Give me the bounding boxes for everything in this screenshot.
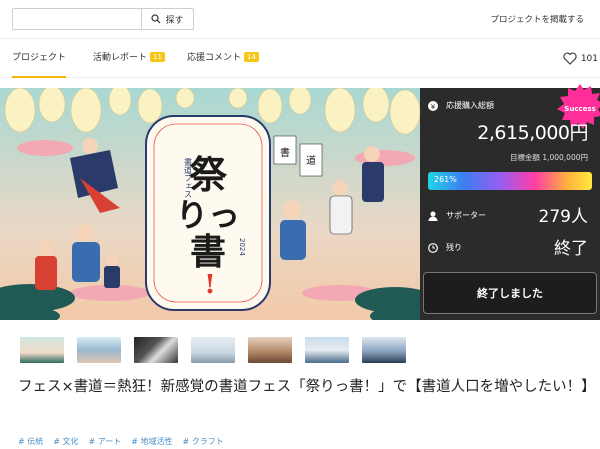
funding-panel: Success ¥ 応援購入総額 2,615,000円 目標金額 1,000,0… xyxy=(420,84,600,320)
favorite-count: 101 xyxy=(580,53,598,64)
tab-project[interactable]: プロジェクト xyxy=(12,39,67,78)
favorite-button[interactable]: 101 xyxy=(563,52,598,65)
poster-title-part3: 書 xyxy=(190,231,226,273)
tag-tradition[interactable]: # 伝統 xyxy=(18,436,43,447)
image-thumbnails xyxy=(20,337,419,363)
tag-craft[interactable]: # クラフト xyxy=(183,436,224,447)
thumbnail-4[interactable] xyxy=(191,337,235,363)
project-tabs: プロジェクト 活動レポート 11 応援コメント 14 101 xyxy=(0,38,600,78)
poster-sign-2: 道 xyxy=(306,154,316,167)
poster-sign-1: 書 xyxy=(280,146,290,159)
poster-year: 2024 xyxy=(238,238,246,256)
person-icon xyxy=(428,211,438,221)
search-button[interactable]: 探す xyxy=(141,9,193,29)
funding-progress-bar: 261% xyxy=(428,172,592,190)
supporters-row: サポーター xyxy=(428,210,486,221)
tab-activity-report[interactable]: 活動レポート 11 xyxy=(93,39,165,78)
heart-icon xyxy=(563,52,577,65)
thumbnail-1[interactable] xyxy=(20,337,64,363)
tab-support-comments-badge: 14 xyxy=(244,52,259,62)
post-project-link[interactable]: プロジェクトを掲載する xyxy=(490,13,584,25)
remaining-row: 残り xyxy=(428,242,462,253)
raised-label: 応援購入総額 xyxy=(446,101,494,110)
raised-amount: 2,615,000円 xyxy=(477,122,588,144)
progress-percent: 261% xyxy=(434,175,457,184)
raised-label-row: ¥ 応援購入総額 xyxy=(428,100,494,111)
search-input[interactable] xyxy=(13,9,141,29)
project-tags: # 伝統 # 文化 # アート # 地域活性 # クラフト xyxy=(18,436,234,447)
thumbnail-5[interactable] xyxy=(248,337,292,363)
thumbnail-3[interactable] xyxy=(134,337,178,363)
goal-amount: 目標金額 1,000,000円 xyxy=(509,153,588,162)
supporters-value: 279人 xyxy=(538,207,588,227)
top-header: 探す プロジェクトを掲載する xyxy=(0,0,600,38)
thumbnail-6[interactable] xyxy=(305,337,349,363)
thumbnail-2[interactable] xyxy=(77,337,121,363)
thumbnail-7[interactable] xyxy=(362,337,406,363)
tab-activity-report-badge: 11 xyxy=(150,52,165,62)
poster-title-part1: 祭 xyxy=(189,152,228,197)
project-title: フェス×書道＝熱狂！新感覚の書道フェス「祭りっ書！」で【書道人口を増やしたい！】 xyxy=(18,379,596,395)
yen-icon: ¥ xyxy=(428,100,438,111)
project-finished-button[interactable]: 終了しました xyxy=(423,272,597,314)
poster-title-part2: りっ xyxy=(176,196,240,234)
search-button-label: 探す xyxy=(165,15,184,26)
poster-subtitle: 書道フェス xyxy=(184,157,193,198)
clock-icon xyxy=(428,242,438,253)
remaining-value: 終了 xyxy=(554,239,588,259)
search-box: 探す xyxy=(12,8,194,30)
tab-support-comments-label: 応援コメント xyxy=(187,53,242,63)
tab-activity-report-label: 活動レポート xyxy=(93,53,148,63)
search-icon xyxy=(151,14,161,24)
success-badge-label: Success xyxy=(564,105,595,113)
tag-art[interactable]: # アート xyxy=(89,436,122,447)
tag-regional-revitalization[interactable]: # 地域活性 xyxy=(131,436,172,447)
remaining-label: 残り xyxy=(446,243,462,252)
svg-text:¥: ¥ xyxy=(431,103,436,111)
project-hero-image[interactable]: 祭 りっ 書 ! 書道フェス 2024 書 道 xyxy=(0,88,420,320)
tab-support-comments[interactable]: 応援コメント 14 xyxy=(187,39,259,78)
tag-culture[interactable]: # 文化 xyxy=(53,436,78,447)
tab-project-label: プロジェクト xyxy=(12,53,67,63)
poster-title-mark: ! xyxy=(204,270,215,300)
supporters-label: サポーター xyxy=(446,211,486,220)
